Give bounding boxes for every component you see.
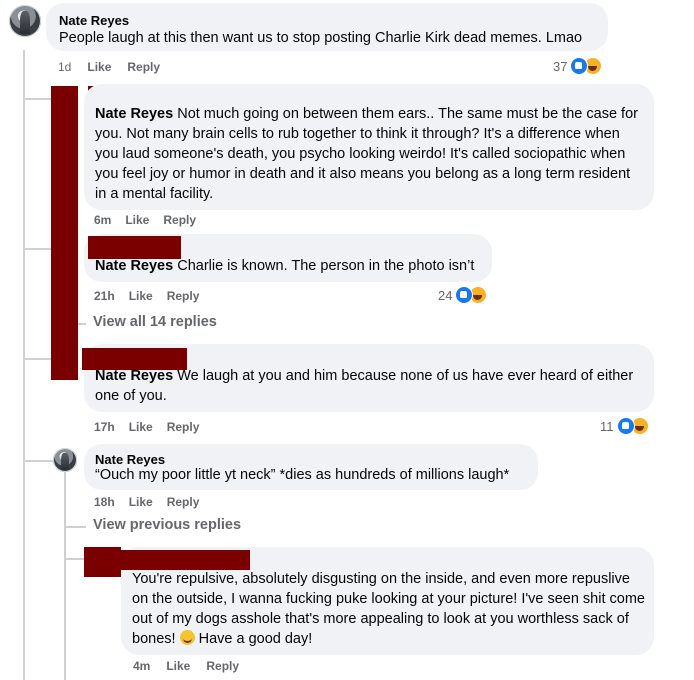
like-button[interactable]: Like — [129, 420, 153, 434]
reply-actions: 17h Like Reply — [94, 420, 199, 434]
reply-body-end: Have a good day! — [194, 631, 313, 647]
redacted-avatar — [84, 547, 121, 577]
reply-text: Nate Reyes Charlie is known. The person … — [95, 256, 474, 276]
mention-link[interactable]: Nate Reyes — [95, 106, 173, 122]
like-button[interactable]: Like — [87, 60, 111, 74]
reply-actions: 4m Like Reply — [133, 659, 239, 673]
reply-time[interactable]: 21h — [94, 289, 115, 303]
reaction-summary[interactable]: 24 — [438, 286, 488, 304]
thread-line-main — [23, 50, 25, 680]
like-button[interactable]: Like — [125, 213, 149, 227]
like-icon — [616, 417, 635, 435]
like-button[interactable]: Like — [129, 289, 153, 303]
reply-text: Nate Reyes We laugh at you and him becau… — [95, 366, 650, 406]
view-all-replies-link[interactable]: View all 14 replies — [93, 314, 217, 330]
thread-branch — [23, 248, 53, 250]
redacted-avatar — [51, 86, 78, 380]
mention-link[interactable]: Nate Reyes — [95, 258, 173, 274]
reaction-summary[interactable]: 11 — [600, 417, 649, 435]
thread-branch — [23, 358, 53, 360]
avatar[interactable] — [53, 448, 77, 472]
reaction-summary[interactable]: 37 — [553, 57, 603, 75]
comment-time[interactable]: 1d — [58, 60, 71, 74]
reply-button[interactable]: Reply — [206, 659, 239, 673]
redacted-name — [121, 550, 250, 570]
redacted-name — [88, 236, 181, 259]
comment-text: People laugh at this then want us to sto… — [59, 30, 583, 46]
avatar[interactable] — [9, 5, 41, 37]
reaction-count: 24 — [438, 287, 453, 303]
thread-branch — [23, 98, 53, 100]
reaction-count: 11 — [600, 418, 614, 434]
comment-actions: 1d Like Reply — [58, 60, 160, 74]
like-button[interactable]: Like — [166, 659, 190, 673]
reply-actions: 6m Like Reply — [94, 213, 196, 227]
thread-branch — [64, 526, 86, 528]
reply-time[interactable]: 17h — [94, 420, 115, 434]
redacted-name — [82, 348, 187, 370]
reply-bubble: Nate Reyes Not much going on between the… — [84, 84, 654, 210]
reply-button[interactable]: Reply — [167, 289, 200, 303]
reply-time[interactable]: 18h — [94, 495, 115, 509]
like-button[interactable]: Like — [129, 495, 153, 509]
comment-bubble: Nate Reyes People laugh at this then wan… — [46, 3, 608, 51]
reply-body: We laugh at you and him because none of … — [95, 368, 634, 404]
reply-text: You're repulsive, absolutely disgusting … — [132, 569, 647, 649]
thread-branch — [23, 460, 53, 462]
thread-line-sub — [64, 470, 66, 680]
reaction-count: 37 — [553, 58, 568, 74]
reply-body: Charlie is known. The person in the phot… — [173, 258, 475, 274]
reply-body: Not much going on between them ears.. Th… — [95, 106, 638, 202]
reply-time[interactable]: 4m — [133, 659, 150, 673]
reply-button[interactable]: Reply — [163, 213, 196, 227]
reply-text: Nate Reyes Not much going on between the… — [95, 104, 645, 204]
mention-link[interactable]: Nate Reyes — [95, 368, 173, 384]
reply-actions: 21h Like Reply — [94, 289, 199, 303]
reply-time[interactable]: 6m — [94, 213, 111, 227]
smile-emoji-icon — [179, 630, 195, 645]
reply-text: “Ouch my poor little yt neck” *dies as h… — [95, 467, 510, 483]
reply-button[interactable]: Reply — [167, 495, 200, 509]
reply-bubble: Nate Reyes “Ouch my poor little yt neck”… — [84, 444, 538, 490]
reply-actions: 18h Like Reply — [94, 495, 199, 509]
thread-branch — [64, 558, 86, 560]
reply-button[interactable]: Reply — [167, 420, 200, 434]
view-previous-replies-link[interactable]: View previous replies — [93, 517, 241, 533]
reply-button[interactable]: Reply — [127, 60, 160, 74]
